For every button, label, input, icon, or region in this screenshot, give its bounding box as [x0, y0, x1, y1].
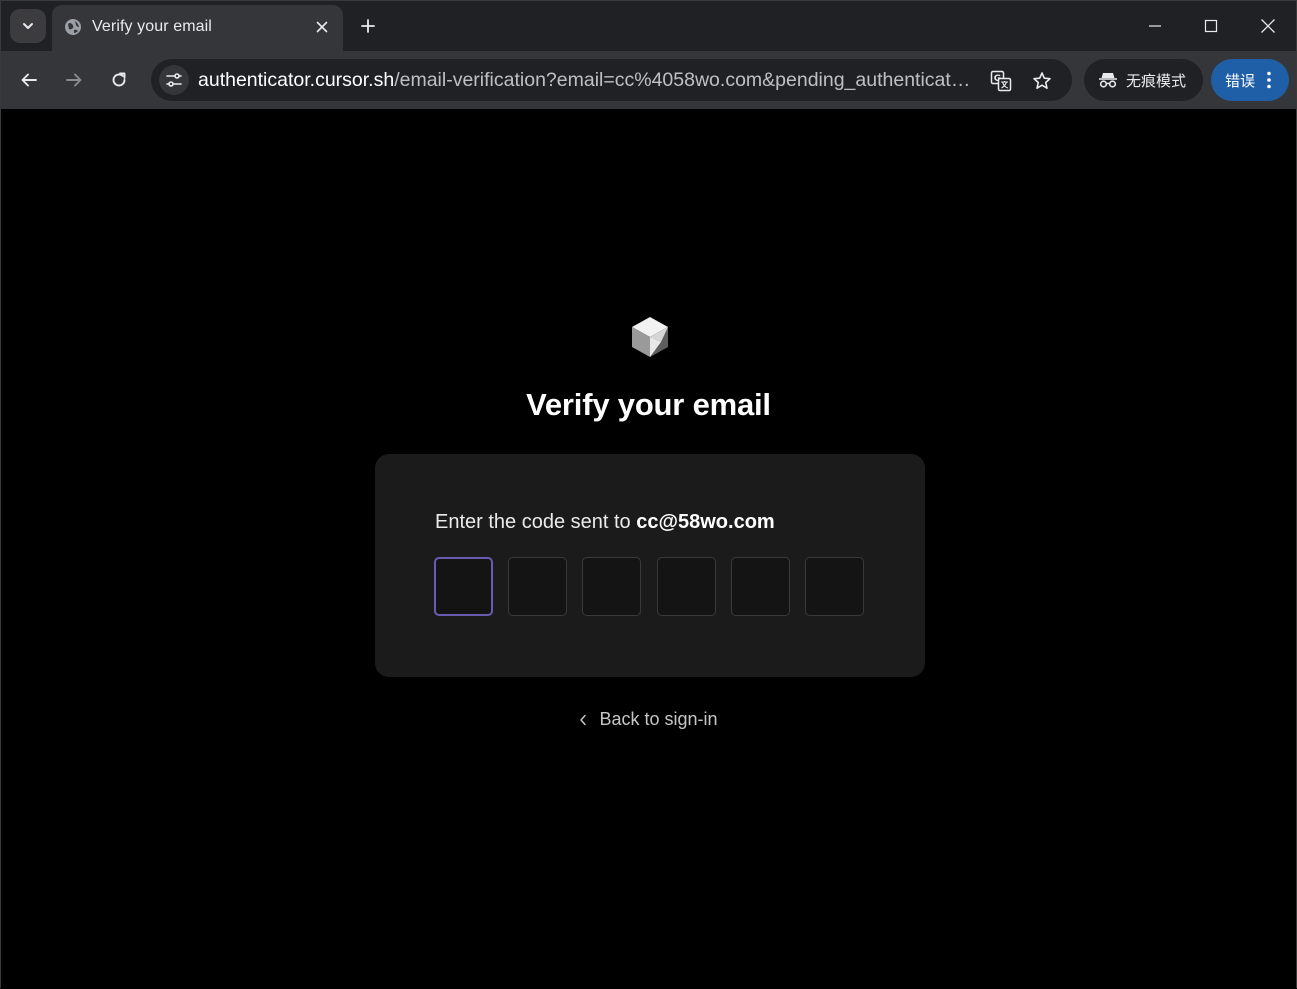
page-title: Verify your email [526, 387, 771, 422]
incognito-indicator[interactable]: 无痕模式 [1084, 59, 1203, 101]
back-link-label: Back to sign-in [599, 709, 718, 729]
code-digit-3[interactable] [582, 557, 641, 616]
minimize-button[interactable] [1140, 11, 1170, 41]
close-window-button[interactable] [1253, 11, 1283, 41]
browser-toolbar: authenticator.cursor.sh/email-verificati… [1, 51, 1296, 109]
address-bar[interactable]: authenticator.cursor.sh/email-verificati… [151, 59, 1072, 101]
tab-close-button[interactable] [311, 16, 333, 38]
incognito-icon [1099, 73, 1117, 88]
error-menu-button[interactable]: 错误 [1211, 59, 1289, 101]
tab-title: Verify your email [92, 18, 212, 35]
back-button[interactable] [13, 64, 45, 96]
tab-strip: Verify your email [1, 1, 1296, 51]
prompt-email: cc@58wo.com [636, 511, 775, 533]
code-prompt: Enter the code sent to cc@58wo.com [435, 511, 775, 534]
arrow-right-icon [66, 73, 82, 87]
reload-icon [112, 72, 126, 87]
cursor-cube-logo [632, 317, 668, 357]
page-content: Verify your email Enter the code sent to… [1, 109, 1296, 989]
error-label: 错误 [1225, 72, 1256, 90]
back-to-sign-in-link[interactable]: Back to sign-in [1, 709, 1296, 730]
incognito-label: 无痕模式 [1126, 72, 1187, 90]
site-info-button[interactable] [159, 65, 189, 95]
star-icon [1033, 72, 1051, 89]
code-digit-2[interactable] [508, 557, 567, 616]
bookmark-button[interactable] [1029, 68, 1055, 94]
tab-search-button[interactable] [10, 9, 46, 43]
arrow-left-icon [21, 73, 37, 87]
forward-button[interactable] [58, 64, 90, 96]
minimize-icon [1149, 25, 1161, 27]
translate-button[interactable]: G [988, 68, 1014, 94]
close-icon [1261, 19, 1275, 33]
code-digit-4[interactable] [657, 557, 716, 616]
reload-button[interactable] [103, 64, 135, 96]
url-host: authenticator.cursor.sh [198, 69, 395, 91]
code-digit-1[interactable] [434, 557, 493, 616]
chevron-down-icon [23, 23, 33, 29]
prompt-text: Enter the code sent to [435, 511, 631, 533]
tune-icon [166, 73, 182, 87]
new-tab-button[interactable] [355, 13, 381, 39]
translate-icon: G [990, 70, 1012, 92]
maximize-button[interactable] [1196, 11, 1226, 41]
close-icon [316, 21, 328, 33]
more-vert-icon [1267, 71, 1271, 89]
tab-verify-email[interactable]: Verify your email [52, 5, 343, 51]
url-text[interactable]: authenticator.cursor.sh/email-verificati… [198, 69, 973, 92]
browser-window: Verify your email authenticator.cursor.s… [0, 0, 1297, 989]
globe-icon [65, 19, 81, 35]
plus-icon [361, 19, 375, 33]
code-digit-5[interactable] [731, 557, 790, 616]
verification-card: Enter the code sent to cc@58wo.com [375, 454, 925, 677]
maximize-icon [1204, 19, 1218, 33]
code-digit-6[interactable] [805, 557, 864, 616]
url-path: /email-verification?email=cc%4058wo.com&… [394, 69, 973, 91]
chevron-left-icon [579, 714, 587, 726]
